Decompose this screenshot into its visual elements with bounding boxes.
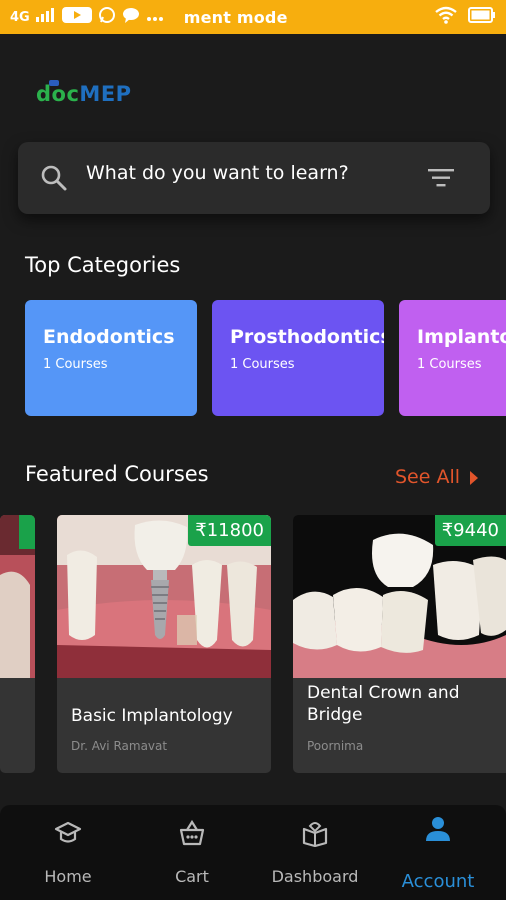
category-name: Prosthodontics: [230, 326, 384, 348]
youtube-icon: [61, 7, 92, 27]
category-card-endodontics[interactable]: Endodontics 1 Courses: [25, 300, 197, 416]
nav-label: Home: [44, 867, 92, 886]
signal-icon: [35, 8, 56, 26]
logo-text-mep: MEP: [79, 82, 132, 106]
chevron-right-icon[interactable]: [470, 471, 478, 485]
nav-item-home[interactable]: Home: [8, 805, 128, 900]
course-title: Dental Crown and Bridge: [307, 683, 460, 725]
book-icon: [301, 819, 329, 852]
chat-icon: [122, 7, 140, 27]
category-card-implantology[interactable]: Implantology 1 Courses: [399, 300, 506, 416]
whatsapp-icon: [98, 6, 116, 28]
more-icon: [146, 8, 164, 26]
basket-icon: [178, 819, 206, 852]
nav-label: Cart: [175, 867, 209, 886]
category-name: Endodontics: [43, 326, 175, 348]
bottom-navigation: Home Cart Dashboard Account: [0, 805, 506, 900]
search-icon[interactable]: [40, 164, 68, 197]
category-card-prosthodontics[interactable]: Prosthodontics 1 Courses: [212, 300, 384, 416]
price-badge: ₹9440: [434, 515, 506, 546]
nav-label: Dashboard: [271, 867, 359, 886]
search-input[interactable]: What do you want to learn?: [86, 162, 349, 184]
logo-text-doc: doc: [36, 82, 80, 106]
network-label: 4G: [10, 9, 30, 25]
nav-item-dashboard[interactable]: Dashboard: [255, 805, 375, 900]
category-name: Implantology: [417, 326, 506, 348]
search-bar[interactable]: What do you want to learn?: [18, 142, 490, 214]
category-count: 1 Courses: [417, 357, 482, 372]
person-icon: [424, 815, 452, 848]
course-card-partial[interactable]: [0, 515, 35, 773]
course-title: Basic Implantology: [71, 706, 233, 726]
nav-item-account[interactable]: Account: [378, 805, 498, 900]
filter-icon[interactable]: [428, 168, 454, 193]
course-card-dental-crown[interactable]: ₹9440 Dental Crown and Bridge Poornima: [293, 515, 506, 773]
category-count: 1 Courses: [43, 357, 108, 372]
course-author: Poornima: [307, 739, 364, 753]
nav-label: Account: [401, 871, 475, 892]
battery-icon: [468, 7, 496, 27]
app-logo: docMEP: [36, 82, 132, 106]
status-bar: 4G ment mode: [0, 0, 506, 34]
wifi-icon: [434, 6, 458, 28]
category-count: 1 Courses: [230, 357, 295, 372]
nav-item-cart[interactable]: Cart: [132, 805, 252, 900]
featured-courses-title: Featured Courses: [25, 462, 209, 486]
course-card-basic-implantology[interactable]: ₹11800 Basic Implantology Dr. Avi Ramava…: [57, 515, 271, 773]
see-all-link[interactable]: See All: [395, 466, 460, 488]
notification-text: ment mode: [183, 7, 288, 27]
top-categories-title: Top Categories: [25, 253, 181, 277]
price-badge: ₹11800: [188, 515, 271, 546]
graduation-cap-icon: [54, 819, 82, 852]
course-author: Dr. Avi Ramavat: [71, 739, 168, 753]
price-badge-partial: [19, 515, 35, 549]
